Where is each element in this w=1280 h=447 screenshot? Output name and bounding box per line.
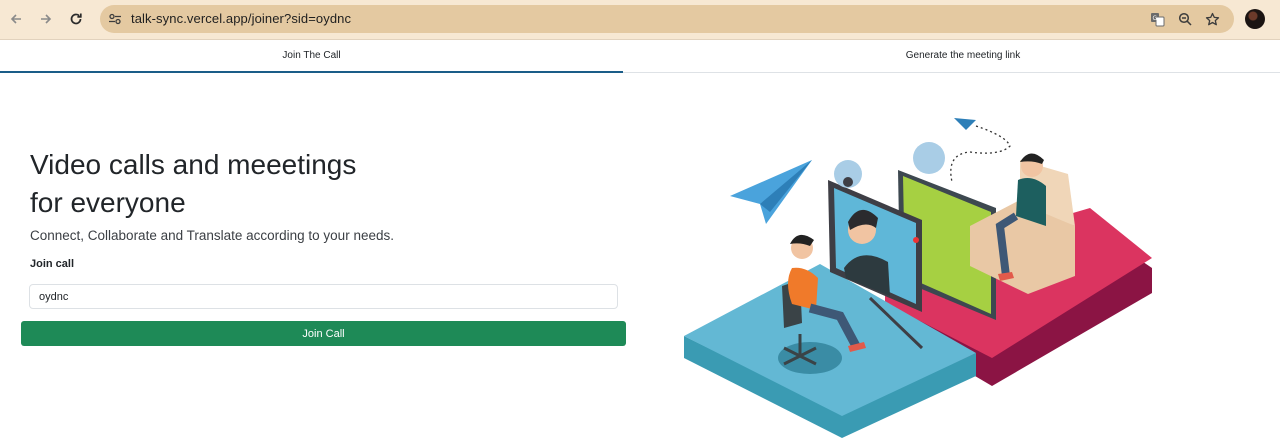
tab-generate-link[interactable]: Generate the meeting link <box>653 40 1273 72</box>
join-call-label: Join call <box>30 258 75 270</box>
translate-icon[interactable]: G <box>1148 10 1166 28</box>
tab-join-call[interactable]: Join The Call <box>0 40 623 73</box>
back-icon[interactable] <box>4 7 28 31</box>
star-icon[interactable] <box>1203 10 1221 28</box>
forward-icon[interactable] <box>34 7 58 31</box>
profile-avatar[interactable] <box>1245 9 1265 29</box>
paper-plane-large-icon <box>730 160 812 224</box>
webcam-lens <box>843 177 853 187</box>
zoom-out-icon[interactable] <box>1176 10 1194 28</box>
tab-bar: Join The Call Generate the meeting link <box>0 40 1280 73</box>
address-bar[interactable]: talk-sync.vercel.app/joiner?sid=oydnc G <box>100 5 1234 33</box>
url-text[interactable]: talk-sync.vercel.app/joiner?sid=oydnc <box>131 5 351 33</box>
meeting-id-input[interactable] <box>29 284 618 309</box>
site-info-icon[interactable] <box>106 10 124 28</box>
video-call-illustration <box>684 118 1152 438</box>
browser-toolbar: talk-sync.vercel.app/joiner?sid=oydnc G <box>0 0 1280 40</box>
paper-plane-small-icon <box>954 118 976 130</box>
page-title: Video calls and meeetings for everyone <box>30 149 357 218</box>
person-shirt <box>788 267 818 310</box>
record-dot-icon <box>913 237 919 243</box>
avatar-bubble-icon <box>913 142 945 174</box>
page-subtitle: Connect, Collaborate and Translate accor… <box>30 228 394 243</box>
join-call-button[interactable]: Join Call <box>21 321 626 346</box>
flight-path <box>950 125 1011 183</box>
svg-text:G: G <box>1152 15 1157 22</box>
reload-icon[interactable] <box>64 7 88 31</box>
floor-shadow <box>778 342 842 374</box>
